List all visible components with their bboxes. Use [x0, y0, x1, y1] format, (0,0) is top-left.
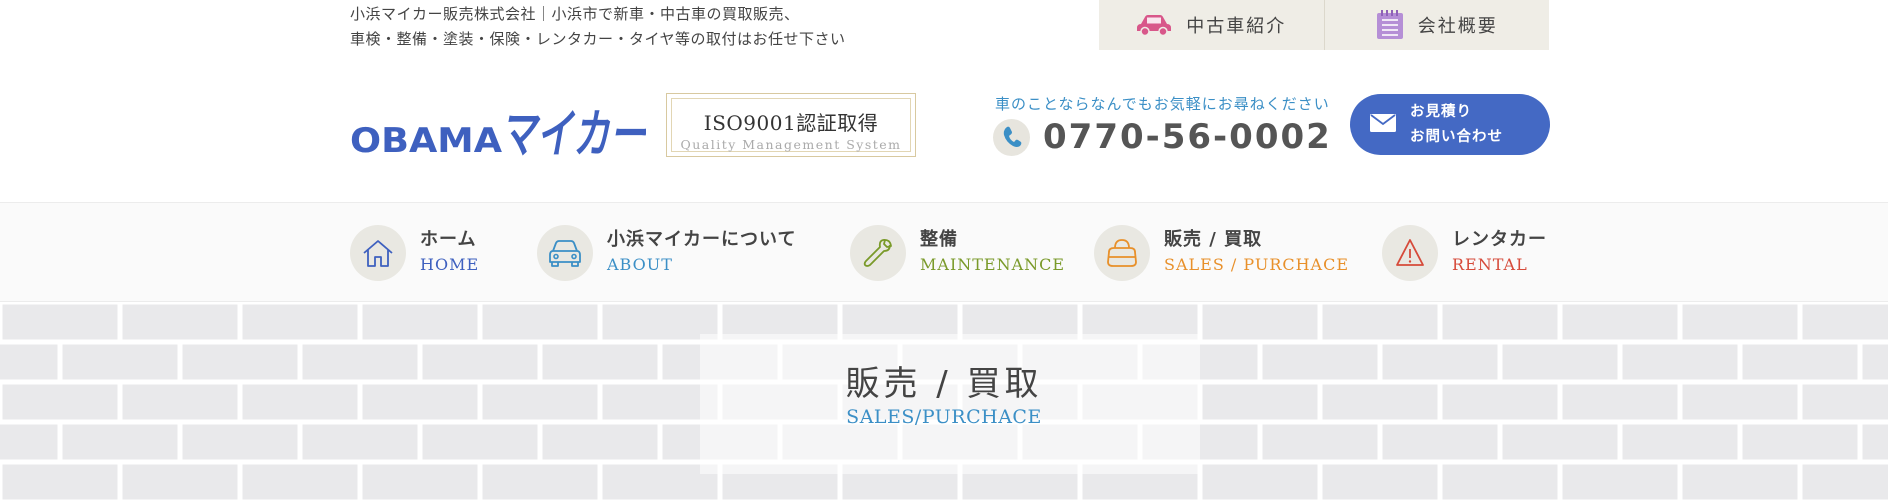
nav-item-sales[interactable]: 販売 / 買取 SALES / PURCHACE: [1094, 225, 1349, 281]
estimate-inquiry-button[interactable]: お見積り お問い合わせ: [1350, 94, 1550, 155]
nav-item-home[interactable]: ホーム HOME: [350, 225, 479, 281]
main-navigation: ホーム HOME 小浜マイカーについて ABOUT 整備 MAINTENANCE…: [0, 202, 1888, 302]
top-links: 中古車紹介 会社概要: [1099, 0, 1549, 50]
house-icon: [350, 225, 406, 281]
phone-number: 0770-56-0002: [1043, 117, 1332, 157]
nav-sales-jp: 販売 / 買取: [1164, 229, 1263, 250]
site-tagline: 小浜マイカー販売株式会社｜小浜市で新車・中古車の買取販売、 車検・整備・塗装・保…: [350, 2, 846, 52]
car-front-icon: [537, 225, 593, 281]
top-bar: 小浜マイカー販売株式会社｜小浜市で新車・中古車の買取販売、 車検・整備・塗装・保…: [0, 0, 1888, 60]
svg-text:マイカー: マイカー: [500, 105, 646, 160]
company-info-label: 会社概要: [1417, 16, 1498, 37]
nav-item-rental[interactable]: レンタカー RENTAL: [1382, 225, 1547, 281]
site-header: OBAMA マイカー ISO9001認証取得 Quality Managemen…: [0, 60, 1888, 202]
nav-item-about[interactable]: 小浜マイカーについて ABOUT: [537, 225, 796, 281]
nav-about-jp: 小浜マイカーについて: [607, 229, 797, 250]
contact-lead-text: 車のことならなんでもお気軽にお尋ねください: [995, 95, 1330, 113]
nav-rental-jp: レンタカー: [1452, 229, 1547, 250]
page-subtitle: SALES/PURCHACE: [846, 406, 1042, 428]
nav-rental-en: RENTAL: [1452, 255, 1528, 274]
nav-home-jp: ホーム: [420, 229, 477, 250]
iso-title: ISO9001認証取得: [703, 111, 879, 135]
estimate-label-line-2: お問い合わせ: [1410, 128, 1503, 145]
company-info-link[interactable]: 会社概要: [1323, 0, 1550, 50]
nav-home-en: HOME: [420, 255, 480, 274]
phone-contact[interactable]: 0770-56-0002: [993, 117, 1332, 157]
estimate-label-line-1: お見積り: [1410, 103, 1472, 120]
phone-icon: [993, 118, 1030, 156]
car-icon: [1136, 14, 1172, 36]
wrench-icon: [850, 225, 906, 281]
nav-item-maintenance[interactable]: 整備 MAINTENANCE: [850, 225, 1065, 281]
warning-cone-icon: [1382, 225, 1438, 281]
nav-maintenance-jp: 整備: [920, 229, 958, 250]
purse-icon: [1094, 225, 1150, 281]
iso-subtitle: Quality Management System: [680, 137, 902, 152]
nav-maintenance-en: MAINTENANCE: [920, 255, 1066, 274]
iso-certification-badge: ISO9001認証取得 Quality Management System: [666, 93, 916, 157]
nav-about-en: ABOUT: [607, 255, 673, 274]
tagline-line-2: 車検・整備・塗装・保険・レンタカー・タイヤ等の取付はお任せ下さい: [350, 30, 846, 48]
notepad-icon: [1376, 10, 1404, 40]
estimate-button-label: お見積り お問い合わせ: [1410, 100, 1503, 150]
tagline-line-1: 小浜マイカー販売株式会社｜小浜市で新車・中古車の買取販売、: [350, 5, 800, 23]
svg-text:OBAMA: OBAMA: [350, 121, 503, 160]
page-hero: 販売 / 買取 SALES/PURCHACE: [0, 302, 1888, 500]
used-cars-label: 中古車紹介: [1186, 16, 1287, 37]
used-cars-link[interactable]: 中古車紹介: [1099, 0, 1324, 50]
nav-sales-en: SALES / PURCHACE: [1164, 255, 1350, 274]
site-logo[interactable]: OBAMA マイカー: [350, 96, 647, 165]
envelope-icon: [1370, 113, 1396, 136]
page-title: 販売 / 買取: [845, 364, 1043, 404]
